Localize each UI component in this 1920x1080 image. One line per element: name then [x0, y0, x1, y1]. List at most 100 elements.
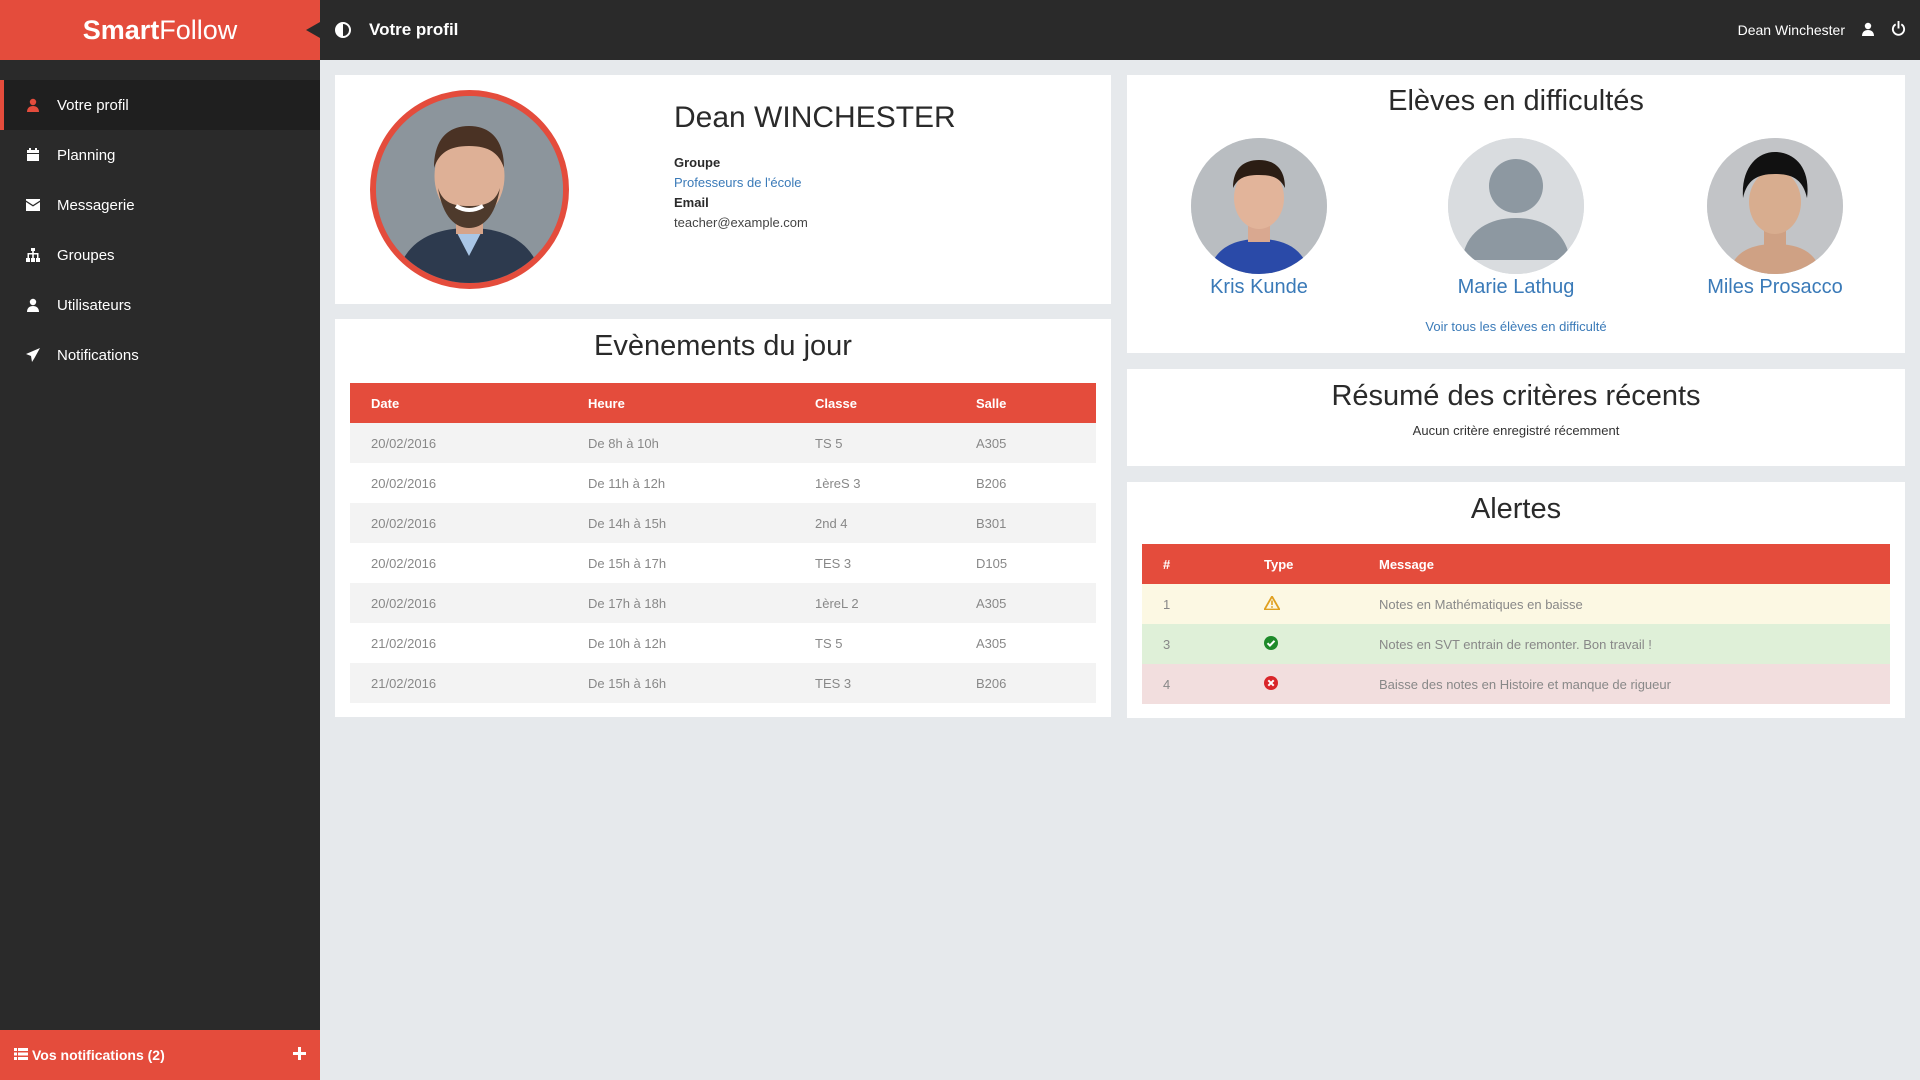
warning-icon — [1263, 595, 1281, 613]
send-icon — [25, 347, 41, 363]
sidebar-item-label: Groupes — [57, 246, 115, 264]
column-header: Classe — [794, 383, 955, 423]
contrast-icon[interactable] — [335, 22, 351, 38]
sidebar-notch — [306, 22, 320, 38]
sidebar-item-groupes[interactable]: Groupes — [0, 230, 320, 280]
criteria-panel: Résumé des critères récents Aucun critèr… — [1127, 369, 1905, 466]
notifications-bar[interactable]: Vos notifications (2) — [0, 1030, 320, 1080]
sidebar-item-label: Votre profil — [57, 96, 129, 114]
power-icon[interactable] — [1891, 21, 1906, 39]
cell-hour: De 10h à 12h — [567, 623, 794, 663]
student-avatar-placeholder[interactable] — [1448, 138, 1584, 274]
cell-hour: De 14h à 15h — [567, 503, 794, 543]
email-label: Email — [674, 195, 709, 210]
table-header-row: Date Heure Classe Salle — [350, 383, 1096, 423]
cell-date: 21/02/2016 — [350, 623, 567, 663]
user-icon — [25, 97, 41, 113]
student-name[interactable]: Miles Prosacco — [1675, 276, 1875, 299]
table-row: 20/02/2016 De 15h à 17h TES 3 D105 — [350, 543, 1096, 583]
cell-room: D105 — [955, 543, 1096, 583]
list-icon — [14, 1047, 28, 1063]
sidebar-item-label: Messagerie — [57, 196, 135, 214]
student-avatar[interactable] — [1707, 138, 1843, 274]
student-card[interactable]: Marie Lathug — [1416, 138, 1616, 299]
table-row: 4 Baisse des notes en Histoire et manque… — [1142, 664, 1890, 704]
cell-hour: De 15h à 16h — [567, 663, 794, 703]
criteria-empty-text: Aucun critère enregistré récemment — [1412, 423, 1620, 438]
cell-date: 20/02/2016 — [350, 543, 567, 583]
cell-type — [1243, 664, 1358, 704]
students-panel: Elèves en difficultés Kris Kunde Marie L… — [1127, 75, 1905, 353]
alerts-table: # Type Message 1 Notes en Mathématiques … — [1142, 544, 1890, 704]
sidebar-item-utilisateurs[interactable]: Utilisateurs — [0, 280, 320, 330]
profile-info: Groupe Professeurs de l'école Email teac… — [674, 153, 808, 233]
cell-class: 1èreL 2 — [794, 583, 955, 623]
cell-number: 4 — [1142, 664, 1243, 704]
sidebar-item-label: Notifications — [57, 346, 139, 364]
cell-date: 20/02/2016 — [350, 583, 567, 623]
profile-name: Dean WINCHESTER — [674, 101, 956, 134]
cell-type — [1243, 624, 1358, 664]
student-name[interactable]: Kris Kunde — [1159, 276, 1359, 299]
cell-hour: De 8h à 10h — [567, 423, 794, 463]
cell-date: 20/02/2016 — [350, 463, 567, 503]
brand-light: Follow — [159, 14, 238, 45]
sitemap-icon — [25, 247, 41, 263]
student-name[interactable]: Marie Lathug — [1416, 276, 1616, 299]
cell-message: Notes en SVT entrain de remonter. Bon tr… — [1358, 624, 1890, 664]
table-header-row: # Type Message — [1142, 544, 1890, 584]
page-title: Votre profil — [369, 20, 459, 39]
sidebar-item-profile[interactable]: Votre profil — [0, 80, 320, 130]
student-avatar[interactable] — [1191, 138, 1327, 274]
student-card[interactable]: Miles Prosacco — [1675, 138, 1875, 299]
sidebar-item-planning[interactable]: Planning — [0, 130, 320, 180]
brand-bold: Smart — [82, 14, 160, 45]
table-row: 20/02/2016 De 8h à 10h TS 5 A305 — [350, 423, 1096, 463]
cell-room: A305 — [955, 623, 1096, 663]
profile-avatar — [370, 90, 569, 289]
table-row: 1 Notes en Mathématiques en baisse — [1142, 584, 1890, 624]
notifications-label: Vos notifications (2) — [32, 1047, 165, 1063]
see-all-students-link[interactable]: Voir tous les élèves en difficulté — [1127, 319, 1905, 334]
profile-panel: Dean WINCHESTER Groupe Professeurs de l'… — [335, 75, 1111, 304]
table-row: 20/02/2016 De 17h à 18h 1èreL 2 A305 — [350, 583, 1096, 623]
sidebar-item-notifications[interactable]: Notifications — [0, 330, 320, 380]
alerts-panel: Alertes # Type Message 1 Notes en Mathém… — [1127, 482, 1905, 718]
brand-logo[interactable]: Smart Follow — [0, 0, 320, 60]
cell-date: 21/02/2016 — [350, 663, 567, 703]
cell-class: TS 5 — [794, 623, 955, 663]
table-row: 20/02/2016 De 14h à 15h 2nd 4 B301 — [350, 503, 1096, 543]
cell-message: Notes en Mathématiques en baisse — [1358, 584, 1890, 624]
events-title: Evènements du jour — [594, 330, 852, 362]
cell-message: Baisse des notes en Histoire et manque d… — [1358, 664, 1890, 704]
column-header: Date — [350, 383, 567, 423]
email-value: teacher@example.com — [674, 215, 808, 230]
cell-hour: De 17h à 18h — [567, 583, 794, 623]
column-header: Salle — [955, 383, 1096, 423]
sidebar-item-label: Utilisateurs — [57, 296, 132, 314]
cell-hour: De 15h à 17h — [567, 543, 794, 583]
calendar-icon — [25, 147, 41, 163]
students-title: Elèves en difficultés — [1388, 85, 1644, 117]
cell-class: 2nd 4 — [794, 503, 955, 543]
plus-icon[interactable] — [293, 1047, 306, 1063]
cell-class: TS 5 — [794, 423, 955, 463]
sidebar-item-label: Planning — [57, 146, 116, 164]
check-circle-icon — [1264, 635, 1278, 653]
events-table: Date Heure Classe Salle 20/02/2016 De 8h … — [350, 383, 1096, 703]
group-link[interactable]: Professeurs de l'école — [674, 173, 808, 193]
cell-hour: De 11h à 12h — [567, 463, 794, 503]
cell-class: TES 3 — [794, 543, 955, 583]
column-header: Type — [1243, 544, 1358, 584]
user-name[interactable]: Dean Winchester — [1738, 22, 1845, 38]
cell-type — [1243, 584, 1358, 624]
alerts-title: Alertes — [1470, 493, 1562, 525]
user-icon[interactable] — [1861, 22, 1875, 39]
cell-room: B206 — [955, 463, 1096, 503]
student-card[interactable]: Kris Kunde — [1159, 138, 1359, 299]
criteria-title: Résumé des critères récents — [1331, 380, 1701, 412]
cell-room: B206 — [955, 663, 1096, 703]
sidebar-nav: Votre profil Planning Messagerie Groupes… — [0, 80, 320, 380]
alerts-table-wrap: # Type Message 1 Notes en Mathématiques … — [1142, 544, 1890, 704]
sidebar-item-messagerie[interactable]: Messagerie — [0, 180, 320, 230]
